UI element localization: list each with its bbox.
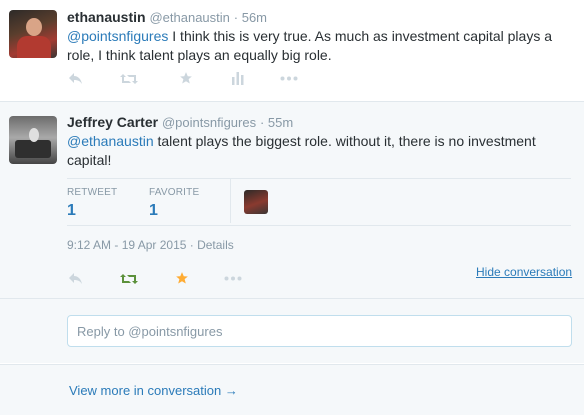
star-icon[interactable] — [175, 271, 189, 285]
favoriter-avatar[interactable] — [244, 190, 268, 214]
reply-placeholder: Reply to @pointsnfigures — [77, 324, 223, 339]
tweet-timestamp[interactable]: 9:12 AM - 19 Apr 2015 · Details — [67, 238, 234, 252]
author-name[interactable]: ethanaustin — [67, 9, 146, 25]
more-dots-icon[interactable] — [224, 276, 242, 281]
avatar-seat — [15, 140, 51, 158]
reply-input[interactable]: Reply to @pointsnfigures — [67, 315, 572, 347]
favorite-label: FAVORITE — [149, 187, 200, 198]
retweet-count[interactable]: 1 — [67, 202, 76, 220]
star-icon[interactable] — [179, 71, 193, 85]
tweet-author: Jeffrey Carter @pointsnfigures · 55m — [67, 114, 293, 130]
tweet-time[interactable]: · 56m — [234, 10, 267, 25]
avatar-shirt — [17, 36, 51, 58]
tweet-stats: RETWEET 1 FAVORITE 1 — [67, 178, 571, 226]
avatar[interactable] — [9, 116, 57, 164]
author-handle[interactable]: @ethanaustin — [149, 10, 229, 25]
avatar[interactable] — [9, 10, 57, 58]
tweet-time[interactable]: · 55m — [260, 115, 293, 130]
retweet-icon[interactable] — [120, 273, 138, 285]
author-handle[interactable]: @pointsnfigures — [162, 115, 256, 130]
bar-chart-icon[interactable] — [232, 72, 244, 85]
reply-icon[interactable] — [68, 272, 83, 285]
hide-conversation-link[interactable]: Hide conversation — [476, 265, 572, 279]
avatar-figure — [29, 128, 39, 142]
author-name[interactable]: Jeffrey Carter — [67, 114, 158, 130]
mention-link[interactable]: @ethanaustin — [67, 133, 154, 149]
view-more-link[interactable]: View more in conversation → — [69, 383, 238, 398]
reply-area: Reply to @pointsnfigures — [0, 299, 584, 363]
tweet-author: ethanaustin @ethanaustin · 56m — [67, 9, 267, 25]
tweet-text: @pointsnfigures I think this is very tru… — [67, 27, 567, 65]
retweet-label: RETWEET — [67, 187, 118, 198]
tweet-text: @ethanaustin talent plays the biggest ro… — [67, 132, 567, 170]
retweet-icon[interactable] — [120, 73, 138, 85]
more-dots-icon[interactable] — [280, 76, 298, 81]
reply-icon[interactable] — [68, 72, 83, 85]
tweet-ethanaustin: ethanaustin @ethanaustin · 56m @pointsnf… — [0, 0, 584, 102]
avatar-face — [26, 18, 42, 36]
favorite-count[interactable]: 1 — [149, 202, 158, 220]
stats-divider — [230, 179, 231, 223]
mention-link[interactable]: @pointsnfigures — [67, 28, 168, 44]
view-more-area: View more in conversation → — [0, 364, 584, 415]
